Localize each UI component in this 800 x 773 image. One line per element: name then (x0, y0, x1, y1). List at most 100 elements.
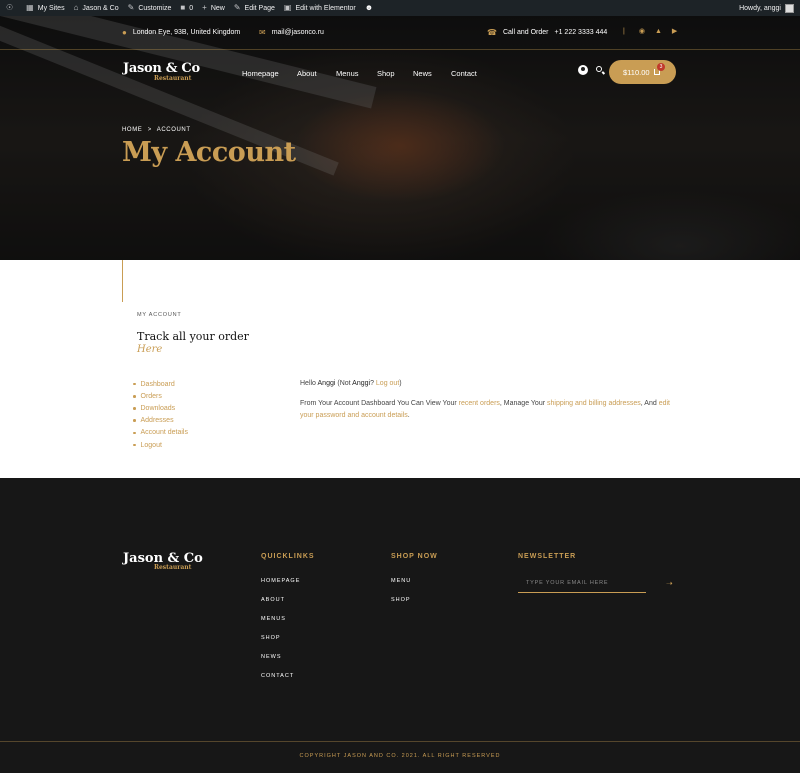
site-logo[interactable]: Jason & Co (123, 62, 200, 75)
footer-link-news[interactable]: NEWS (261, 654, 300, 673)
phone-number: +1 222 3333 444 (554, 29, 608, 36)
cart-button[interactable]: $110.00 3 (609, 60, 676, 84)
youtube-icon[interactable]: ▶ (672, 27, 677, 35)
logout-link[interactable]: Log out (376, 380, 399, 387)
account-nav-downloads[interactable]: Downloads (133, 402, 188, 414)
site-name-label: Jason & Co (82, 4, 119, 12)
desc-part-3: , And (640, 400, 659, 407)
site-name-menu[interactable]: ⌂ Jason & Co (74, 4, 119, 12)
newsletter-heading: NEWSLETTER (518, 553, 577, 560)
edit-page-link[interactable]: ✎ Edit Page (234, 4, 275, 12)
search-icon[interactable] (596, 66, 602, 72)
desc-part-1: From Your Account Dashboard You Can View… (300, 400, 459, 407)
not-user-name: Anggi (352, 380, 371, 387)
nav-homepage[interactable]: Homepage (242, 69, 279, 78)
desc-part-4: . (407, 412, 410, 419)
decorative-line (122, 260, 123, 302)
account-eyebrow: MY ACCOUNT (137, 312, 182, 318)
account-nav-label: Downloads (140, 404, 176, 412)
nav-news[interactable]: News (413, 69, 432, 78)
howdy-label: Howdy, anggi (739, 4, 781, 12)
customize-link[interactable]: ✎ Customize (128, 4, 172, 12)
recent-orders-link[interactable]: recent orders (459, 400, 500, 407)
copyright-text: COPYRIGHT JASON AND CO. 2021. ALL RIGHT … (299, 753, 501, 759)
brush-icon: ✎ (127, 3, 135, 12)
edit-page-label: Edit Page (244, 4, 275, 12)
account-nav-logout[interactable]: Logout (133, 439, 188, 451)
my-sites-label: My Sites (37, 4, 65, 12)
newsletter-email-input[interactable]: TYPE YOUR EMAIL HERE (518, 577, 646, 593)
user-icon[interactable] (578, 65, 588, 75)
phone-info[interactable]: ☎ Call and Order +1 222 3333 444 (487, 28, 607, 37)
bullet (133, 407, 136, 410)
email-info[interactable]: ✉ mail@jasonco.ru (259, 28, 324, 37)
account-nav-label: Dashboard (140, 380, 175, 388)
breadcrumb-home[interactable]: HOME (122, 127, 142, 133)
nav-shop[interactable]: Shop (377, 69, 395, 78)
phone-icon: ☎ (487, 28, 497, 37)
account-nav-label: Account details (140, 429, 188, 437)
plus-icon: + (202, 3, 207, 12)
address-text: London Eye, 93B, United Kingdom (132, 29, 241, 36)
dashboard-description: From Your Account Dashboard You Can View… (300, 398, 685, 422)
main-navbar: Jason & Co Restaurant Homepage About Men… (0, 51, 800, 96)
my-sites-menu[interactable]: ▦ My Sites (26, 4, 64, 12)
arrow-right-icon[interactable]: ➝ (666, 579, 673, 588)
customize-label: Customize (138, 4, 172, 12)
nav-about[interactable]: About (297, 69, 317, 78)
account-nav-dashboard[interactable]: Dashboard (133, 378, 188, 390)
social-links: | ◉ ▲ ▶ (623, 27, 687, 36)
desc-part-2: , Manage Your (499, 400, 547, 407)
account-nav-addresses[interactable]: Addresses (133, 415, 188, 427)
elementor-label: Edit with Elementor (295, 4, 356, 12)
footer-link-menu[interactable]: MENU (391, 578, 411, 597)
email-text: mail@jasonco.ru (271, 29, 324, 36)
account-section: MY ACCOUNT Track all your order Here Das… (0, 260, 800, 478)
smiley-link[interactable]: ☻ (365, 4, 377, 12)
admin-bar: ☉ ▦ My Sites ⌂ Jason & Co ✎ Customize ■ 0 + N… (0, 0, 800, 16)
footer-link-shop[interactable]: SHOP (261, 635, 300, 654)
cart-total: $110.00 (623, 67, 650, 77)
twitter-icon[interactable]: ▲ (655, 28, 662, 35)
site-footer: Jason & Co Restaurant QUICKLINKS HOMEPAG… (0, 478, 800, 773)
site-logo-sub: Restaurant (154, 75, 192, 82)
account-nav-orders[interactable]: Orders (133, 390, 188, 402)
envelope-icon: ✉ (259, 28, 266, 37)
account-nav-account-details[interactable]: Account details (133, 427, 188, 439)
facebook-icon[interactable]: ◉ (639, 27, 645, 35)
hello-message: Hello Anggi (Not Anggi? Log out) (300, 378, 685, 390)
breadcrumb-separator: > (147, 127, 152, 133)
wordpress-menu[interactable]: ☉ (6, 4, 17, 12)
bullet (133, 419, 136, 422)
account-nav-label: Orders (140, 392, 162, 400)
close-paren: ) (399, 380, 402, 387)
elementor-link[interactable]: ▣ Edit with Elementor (284, 4, 356, 12)
address-info: ● London Eye, 93B, United Kingdom (122, 28, 240, 37)
footer-link-menus[interactable]: MENUS (261, 616, 300, 635)
divider: | (623, 27, 625, 35)
footer-link-shop-now[interactable]: SHOP (391, 597, 411, 616)
footer-link-about[interactable]: ABOUT (261, 597, 300, 616)
pencil-icon: ✎ (233, 3, 241, 12)
breadcrumb-current: ACCOUNT (156, 127, 191, 133)
page-title: My Account (122, 137, 296, 168)
my-account-menu[interactable]: Howdy, anggi (739, 3, 794, 13)
wordpress-icon: ☉ (6, 3, 14, 12)
home-icon: ⌂ (73, 3, 79, 12)
shop-now-list: MENU SHOP (391, 578, 411, 616)
new-content-menu[interactable]: + New (202, 4, 225, 12)
bullet (133, 382, 136, 386)
footer-logo-sub: Restaurant (154, 564, 192, 571)
avatar (785, 3, 794, 13)
hero-banner: ● London Eye, 93B, United Kingdom ✉ mail@j… (0, 16, 800, 260)
footer-link-contact[interactable]: CONTACT (261, 673, 300, 692)
nav-menus[interactable]: Menus (336, 69, 359, 78)
account-nav-label: Addresses (140, 417, 174, 425)
bullet (133, 395, 136, 398)
smiley-icon: ☻ (364, 3, 374, 12)
comments-link[interactable]: ■ 0 (180, 4, 193, 12)
account-title: Track all your order (137, 330, 249, 343)
footer-link-homepage[interactable]: HOMEPAGE (261, 578, 300, 597)
addresses-link[interactable]: shipping and billing addresses (547, 400, 641, 407)
nav-contact[interactable]: Contact (451, 69, 477, 78)
